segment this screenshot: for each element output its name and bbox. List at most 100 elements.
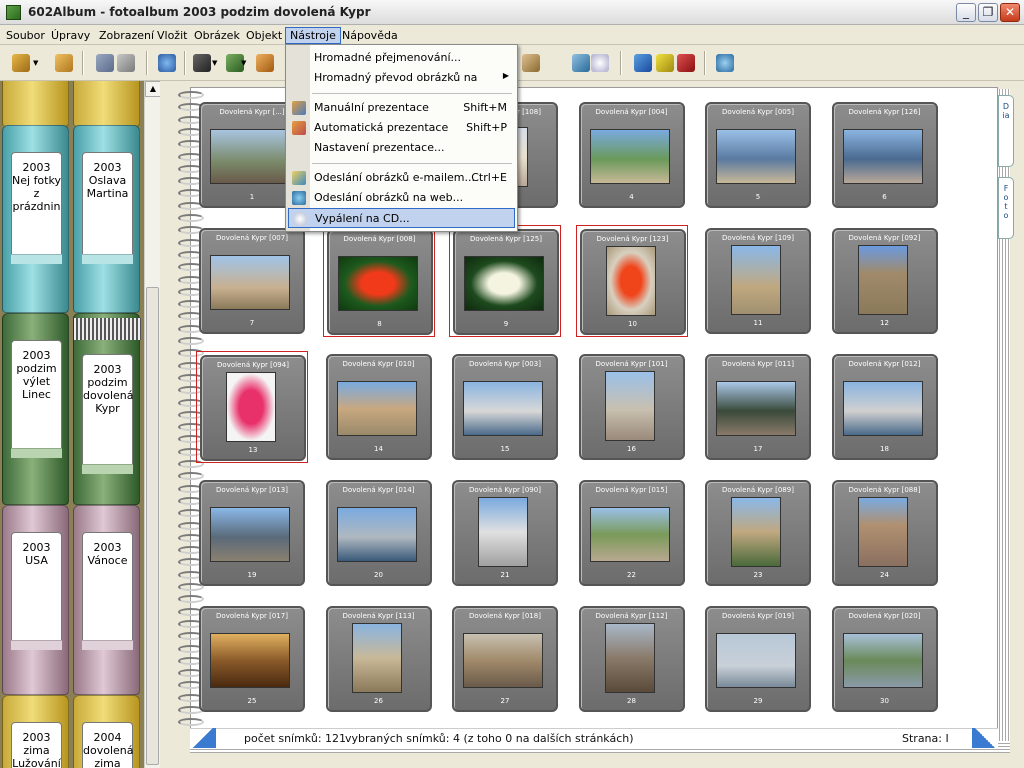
album-book[interactable]: 2003 USA [2, 505, 69, 695]
slide-thumbnail[interactable]: Dovolená Kypr [005] 5 [702, 99, 814, 211]
album-shelf: 2003 Nej fotky z prázdnin 2003 Oslava Ma… [0, 81, 144, 768]
slide-thumbnail[interactable]: Dovolená Kypr [020] 30 [829, 603, 941, 715]
close-button[interactable]: ✕ [1000, 3, 1020, 22]
menu-soubor[interactable]: Soubor [2, 27, 49, 44]
menu-vlozit[interactable]: Vložit [153, 27, 191, 44]
menu-item-slideshow-settings[interactable]: Nastavení prezentace... [288, 138, 515, 158]
menu-item-label: Hromadný převod obrázků na [314, 71, 478, 84]
album-book[interactable]: 2003 Oslava Martina [73, 125, 140, 313]
slide-thumbnail[interactable]: Dovolená Kypr [094] 13 [196, 351, 308, 463]
photo [716, 129, 796, 184]
menu-nastroje[interactable]: Nástroje [285, 27, 341, 44]
menu-item-send-email[interactable]: Odeslání obrázků e-mailem... Ctrl+E [288, 168, 515, 188]
slide-thumbnail[interactable]: Dovolená Kypr [089] 23 [702, 477, 814, 589]
page-corner-right[interactable] [972, 728, 998, 748]
title-bar[interactable]: 602Album - fotoalbum 2003 podzim dovolen… [0, 0, 1024, 25]
slide-thumbnail[interactable]: Dovolená Kypr [018] 27 [449, 603, 561, 715]
email-icon[interactable] [572, 54, 590, 72]
slide-caption: Dovolená Kypr [013] [216, 486, 288, 494]
album-book-open[interactable]: 2003 podzim dovolená Kypr [73, 313, 141, 505]
slide-thumbnail[interactable]: Dovolená Kypr [126] 6 [829, 99, 941, 211]
slide-thumbnail[interactable]: Dovolená Kypr [092] 12 [829, 225, 941, 337]
app-icon[interactable] [6, 5, 21, 20]
menu-item-auto-slideshow[interactable]: Automatická prezentace Shift+P [288, 118, 515, 138]
album-book[interactable]: 2003 zima Lužování [2, 695, 69, 768]
menu-item-label: Automatická prezentace [314, 121, 449, 134]
toolbar-separator [620, 51, 622, 75]
slide-thumbnail[interactable]: Dovolená Kypr [014] 20 [323, 477, 435, 589]
navigate-icon[interactable] [634, 54, 652, 72]
album-label: 2003 USA [11, 532, 62, 650]
slide-thumbnail[interactable]: Dovolená Kypr [088] 24 [829, 477, 941, 589]
slide-frame: Dovolená Kypr [125] 9 [453, 229, 559, 335]
slide-thumbnail[interactable]: Dovolená Kypr [011] 17 [702, 351, 814, 463]
slide-thumbnail[interactable]: Dovolená Kypr [101] 16 [576, 351, 688, 463]
slide-thumbnail[interactable]: Dovolená Kypr [090] 21 [449, 477, 561, 589]
menu-item-shortcut: Ctrl+E [471, 171, 507, 184]
maximize-button[interactable]: ❐ [978, 3, 998, 22]
menu-zobrazeni[interactable]: Zobrazení [95, 27, 158, 44]
menu-upravy[interactable]: Úpravy [47, 27, 94, 44]
album-stripe [11, 640, 62, 650]
menu-item-bulk-rename[interactable]: Hromadné přejmenování... [288, 48, 515, 68]
slide-thumbnail[interactable]: Dovolená Kypr [112] 28 [576, 603, 688, 715]
slide-thumbnail[interactable]: Dovolená Kypr [113] 26 [323, 603, 435, 715]
search-icon[interactable] [158, 54, 176, 72]
slideshow-icon [292, 101, 306, 115]
print-icon[interactable] [522, 54, 540, 72]
cd-icon[interactable] [591, 54, 609, 72]
slide-thumbnail[interactable]: Dovolená Kypr [125] 9 [449, 225, 561, 337]
slide-thumbnail[interactable]: Dovolená Kypr [013] 19 [196, 477, 308, 589]
slide-thumbnail[interactable]: Dovolená Kypr [019] 29 [702, 603, 814, 715]
slide-thumbnail[interactable]: Dovolená Kypr [010] 14 [323, 351, 435, 463]
slide-thumbnail[interactable]: Dovolená Kypr [017] 25 [196, 603, 308, 715]
wand-icon[interactable] [656, 54, 674, 72]
chevron-down-icon[interactable]: ▼ [241, 54, 251, 72]
album-icon[interactable] [55, 54, 73, 72]
menu-item-burn-cd[interactable]: Vypálení na CD... [288, 208, 515, 228]
frame-icon[interactable] [256, 54, 274, 72]
photo [842, 381, 923, 436]
slide-frame: Dovolená Kypr [004] 4 [578, 102, 685, 208]
minimize-button[interactable]: _ [956, 3, 976, 22]
photo [604, 371, 655, 441]
scroll-up-button[interactable]: ▲ [145, 81, 161, 97]
tab-dia[interactable]: Dia [998, 95, 1014, 167]
slide-thumbnail[interactable]: Dovolená Kypr [109] 11 [702, 225, 814, 337]
camera-icon[interactable] [193, 54, 211, 72]
album-book[interactable]: 2004 dovolená zima [73, 695, 140, 768]
slide-thumbnail[interactable]: Dovolená Kypr [008] 8 [322, 225, 435, 337]
import-icon[interactable] [96, 54, 114, 72]
chevron-down-icon[interactable]: ▼ [33, 54, 43, 72]
menu-obrazek[interactable]: Obrázek [190, 27, 244, 44]
slide-thumbnail[interactable]: Dovolená Kypr [007] 7 [196, 225, 308, 337]
album-book-top-right[interactable] [73, 81, 140, 127]
web-icon[interactable] [716, 54, 734, 72]
scroll-thumb[interactable] [146, 287, 159, 765]
menu-napoveda[interactable]: Nápověda [338, 27, 402, 44]
album-pages [74, 318, 141, 340]
tab-foto[interactable]: Foto [998, 177, 1014, 239]
album-book[interactable]: 2003 Nej fotky z prázdnin [2, 125, 69, 313]
album-book[interactable]: 2003 podzim výlet Linec [2, 313, 69, 505]
menu-objekt[interactable]: Objekt [242, 27, 286, 44]
chevron-down-icon[interactable]: ▼ [212, 54, 222, 72]
menu-item-send-web[interactable]: Odeslání obrázků na web... [288, 188, 515, 208]
slide-frame: Dovolená Kypr [090] 21 [452, 480, 558, 586]
photo [716, 381, 796, 436]
menu-item-bulk-convert[interactable]: Hromadný převod obrázků na ▶ [288, 68, 515, 88]
slide-thumbnail[interactable]: Dovolená Kypr [012] 18 [829, 351, 941, 463]
page-corner-left[interactable] [190, 728, 216, 748]
slide-thumbnail[interactable]: Dovolená Kypr [003] 15 [449, 351, 561, 463]
shelf-scrollbar[interactable]: ▲ [144, 81, 161, 768]
slide-thumbnail[interactable]: Dovolená Kypr [123] 10 [575, 225, 688, 337]
album-book-top-left[interactable] [2, 81, 69, 127]
open-album-icon[interactable] [12, 54, 30, 72]
effects-icon[interactable] [677, 54, 695, 72]
menu-item-manual-slideshow[interactable]: Manuální prezentace Shift+M [288, 98, 515, 118]
export-icon[interactable] [117, 54, 135, 72]
slide-thumbnail[interactable]: Dovolená Kypr [015] 22 [576, 477, 688, 589]
album-book[interactable]: 2003 Vánoce [73, 505, 140, 695]
slide-thumbnail[interactable]: Dovolená Kypr [004] 4 [576, 99, 688, 211]
spiral-ring [178, 91, 204, 99]
